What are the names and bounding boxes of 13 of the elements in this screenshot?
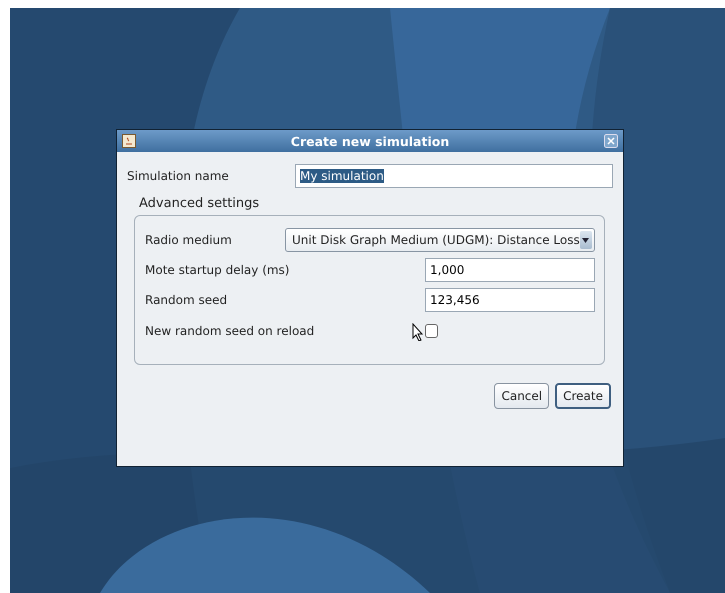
window-title: Create new simulation	[290, 134, 450, 148]
field-label: New random seed on reload	[145, 324, 314, 338]
dropdown[interactable]: Unit Disk Graph Medium (UDGM): Distance Loss	[285, 228, 595, 252]
field-label: Mote startup delay (ms)	[145, 263, 290, 277]
name-field[interactable]: My simulation	[295, 164, 613, 188]
create-button[interactable]: Create	[555, 383, 611, 409]
input-field[interactable]: 1,000	[425, 258, 595, 282]
field-label: Simulation name	[127, 169, 229, 183]
input-field[interactable]: 123,456	[425, 288, 595, 312]
cancel-button[interactable]: Cancel	[494, 383, 550, 409]
field-label: Random seed	[145, 293, 228, 307]
field-label: Radio medium	[145, 233, 232, 247]
group-title: Advanced settings	[139, 196, 260, 211]
